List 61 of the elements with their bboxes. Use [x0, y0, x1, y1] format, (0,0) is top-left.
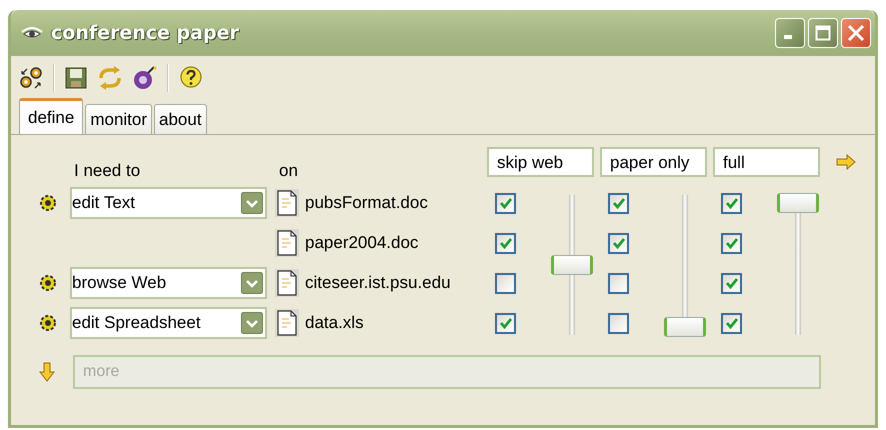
checkbox[interactable]: [721, 312, 742, 334]
file-name: pubsFormat.doc: [305, 193, 428, 213]
check-icon: [498, 237, 512, 249]
gear-icon: [38, 194, 56, 212]
checkbox[interactable]: [721, 232, 742, 254]
check-icon: [724, 317, 738, 329]
column-header: I need to: [73, 161, 142, 182]
window-title: conference paper: [51, 22, 240, 44]
checkbox[interactable]: [721, 272, 742, 294]
file-name: citeseer.ist.psu.edu: [305, 273, 451, 293]
gear-icon: [38, 274, 56, 292]
checkbox[interactable]: [495, 232, 516, 254]
checkbox[interactable]: [608, 272, 629, 294]
check-icon: [724, 237, 738, 249]
gear-icon: [38, 314, 56, 332]
minimize-icon: [784, 35, 792, 39]
bomb-icon[interactable]: [133, 66, 157, 90]
tab[interactable]: monitor: [85, 104, 152, 134]
more-field[interactable]: more: [73, 355, 821, 389]
column-header: on: [278, 161, 299, 182]
slider-thumb[interactable]: [551, 255, 593, 275]
close-icon: [847, 24, 865, 42]
save-icon[interactable]: [65, 67, 87, 89]
profile-name-field[interactable]: skip web: [487, 147, 594, 177]
maximize-button[interactable]: [808, 18, 838, 48]
check-icon: [498, 317, 512, 329]
checkbox[interactable]: [495, 272, 516, 294]
checkbox[interactable]: [608, 232, 629, 254]
checkbox[interactable]: [608, 192, 629, 214]
document-icon: [275, 189, 299, 217]
file-name: data.xls: [305, 313, 364, 333]
check-icon: [498, 197, 512, 209]
help-icon[interactable]: [179, 66, 203, 90]
down-arrow-icon[interactable]: [39, 362, 55, 382]
check-icon: [612, 237, 626, 249]
action-dropdown[interactable]: browse Web: [70, 267, 267, 299]
action-dropdown[interactable]: edit Text: [70, 187, 267, 219]
check-icon: [724, 197, 738, 209]
checkbox[interactable]: [495, 192, 516, 214]
slider-thumb[interactable]: [664, 317, 706, 337]
check-icon: [724, 277, 738, 289]
tab[interactable]: define: [19, 98, 84, 134]
right-arrow-icon[interactable]: [836, 154, 856, 170]
slider-thumb[interactable]: [777, 193, 819, 213]
document-icon: [275, 309, 299, 337]
checkbox[interactable]: [608, 312, 629, 334]
file-name: paper2004.doc: [305, 233, 418, 253]
eye-icon: [21, 26, 43, 40]
document-icon: [275, 269, 299, 297]
minimize-button[interactable]: [775, 18, 805, 48]
action-dropdown[interactable]: edit Spreadsheet: [70, 307, 267, 339]
profile-name-field[interactable]: paper only: [600, 147, 707, 177]
tab[interactable]: about: [154, 104, 207, 134]
document-icon: [275, 229, 299, 257]
maximize-icon: [815, 25, 831, 41]
check-icon: [612, 197, 626, 209]
checkbox[interactable]: [495, 312, 516, 334]
gears-icon[interactable]: [19, 66, 43, 90]
close-button[interactable]: [841, 18, 871, 48]
profile-name-field[interactable]: full: [713, 147, 820, 177]
checkbox[interactable]: [721, 192, 742, 214]
